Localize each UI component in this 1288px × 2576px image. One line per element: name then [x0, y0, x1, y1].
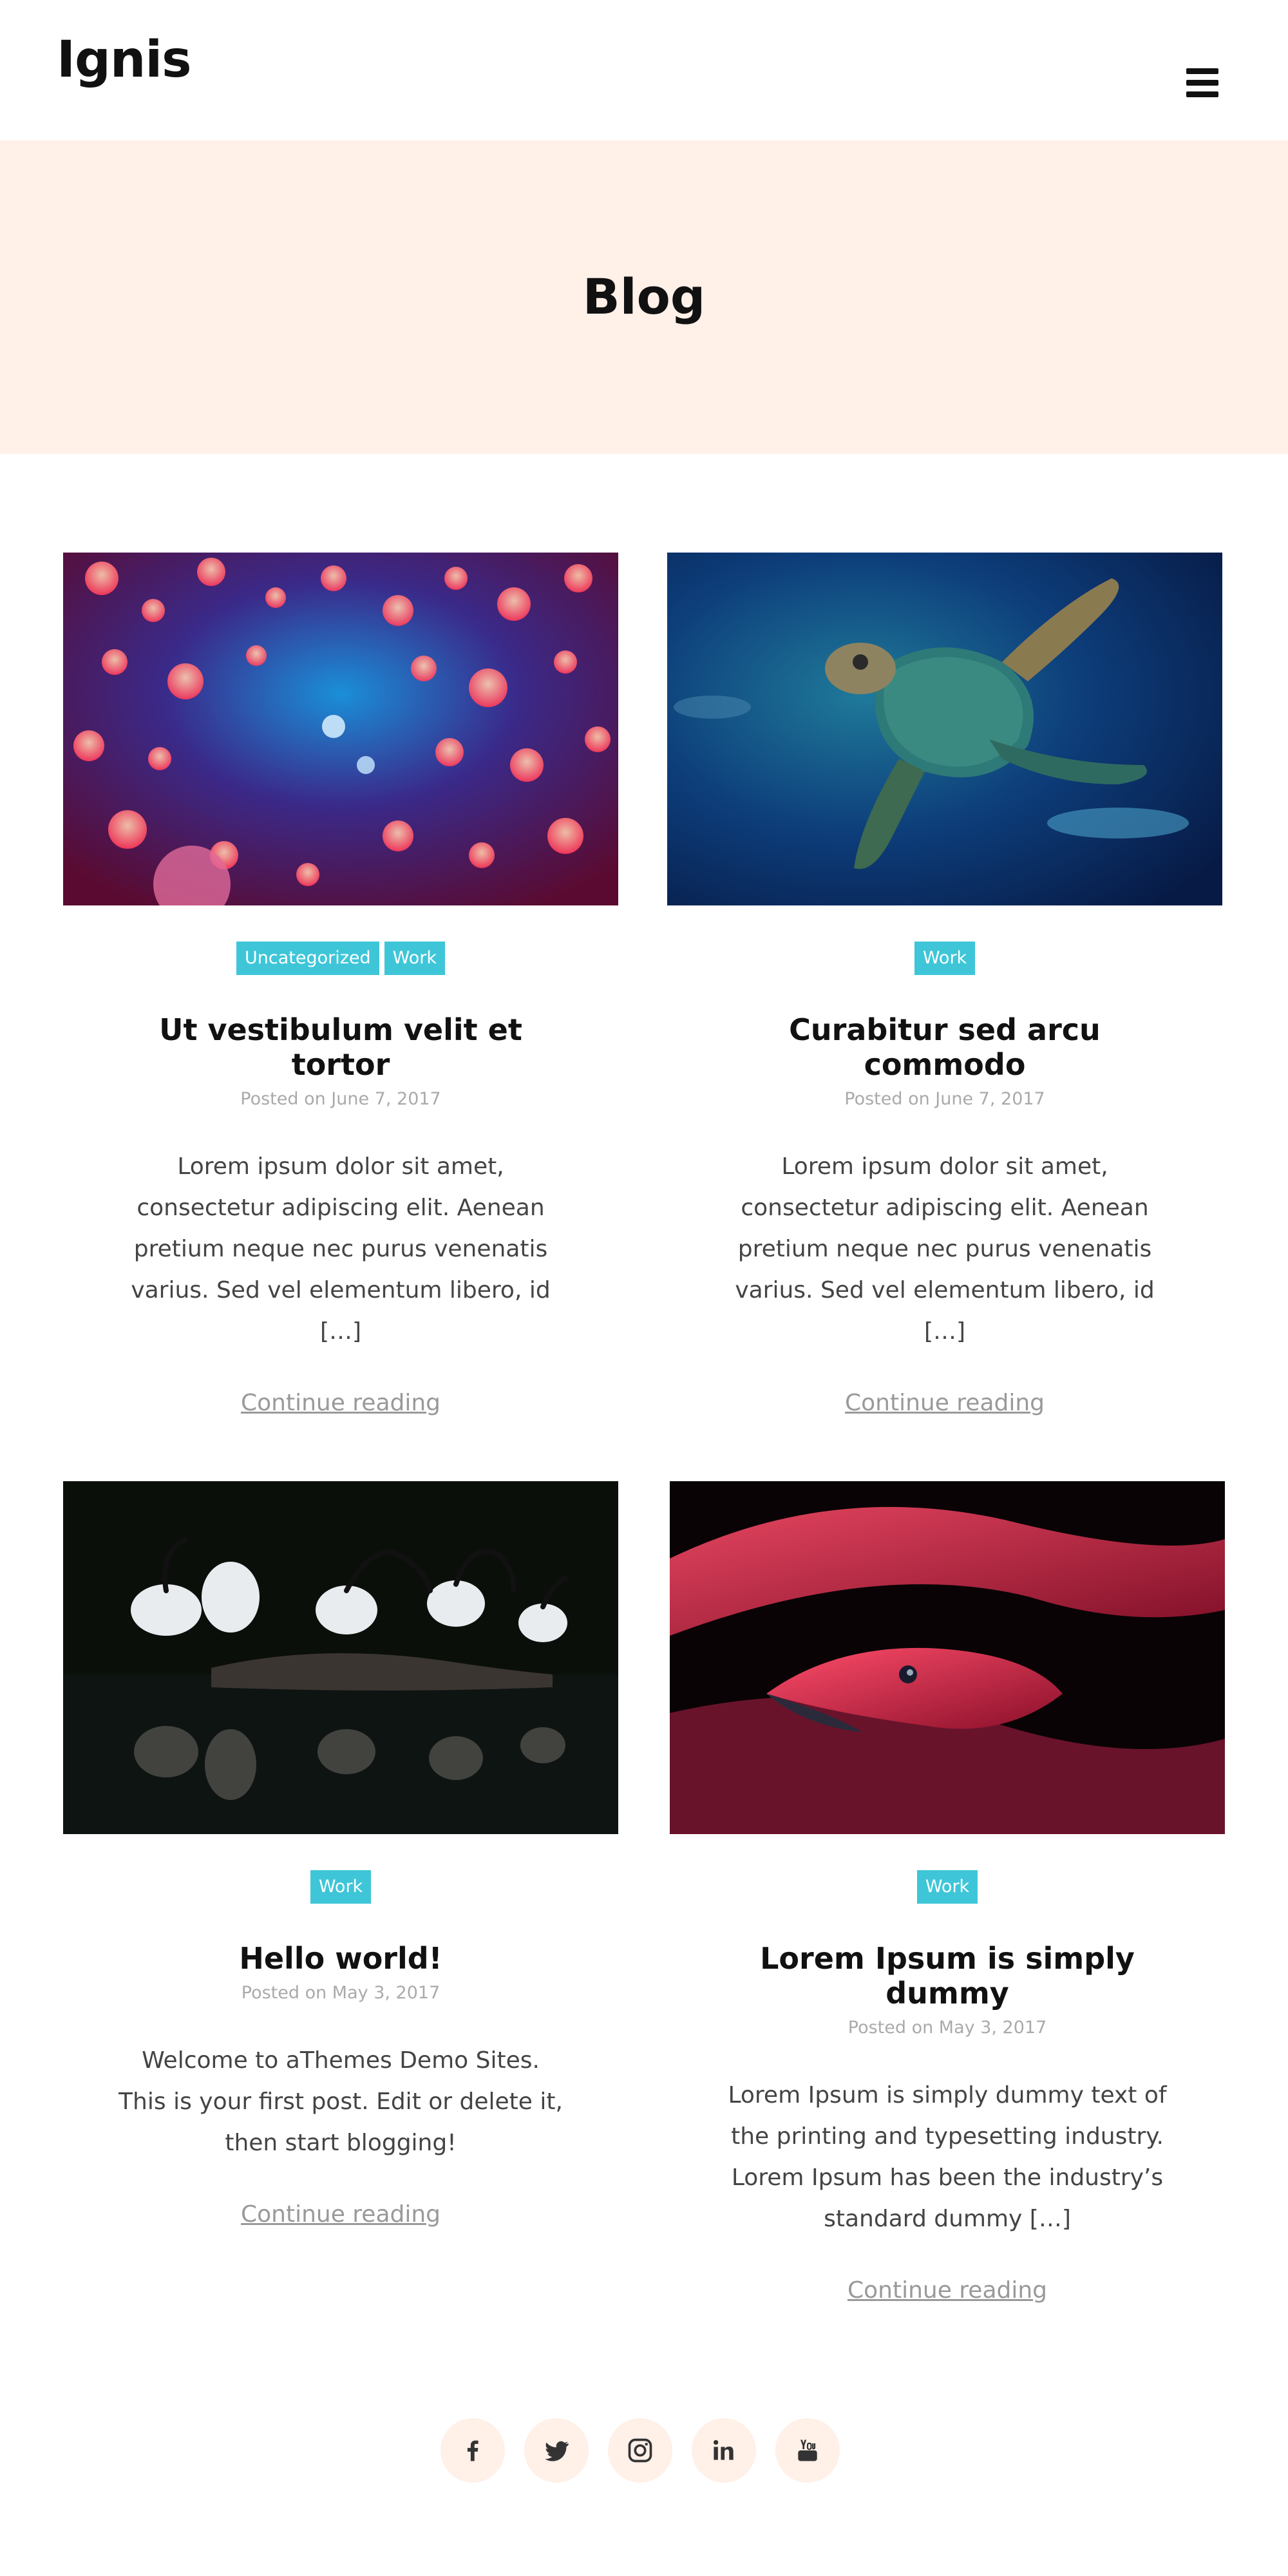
- page-hero: Blog: [0, 140, 1288, 454]
- post-card: Work Lorem Ipsum is simply dummy Posted …: [670, 1481, 1225, 2304]
- twitter-icon[interactable]: [524, 2418, 589, 2483]
- post-thumbnail[interactable]: [667, 553, 1222, 905]
- post-categories: Work: [63, 1870, 618, 1904]
- post-date: Posted on June 7, 2017: [240, 1089, 441, 1109]
- category-badge[interactable]: Work: [914, 942, 976, 975]
- post-categories: Work: [667, 942, 1222, 975]
- continue-reading-link[interactable]: Continue reading: [241, 2201, 440, 2228]
- post-card: Uncategorized Work Ut vestibulum velit et…: [63, 553, 618, 1416]
- linkedin-icon[interactable]: [692, 2418, 756, 2483]
- post-card: Work Curabitur sed arcu commodo Posted o…: [667, 553, 1222, 1416]
- category-badge[interactable]: Work: [310, 1870, 372, 1904]
- category-badge[interactable]: Work: [384, 942, 446, 975]
- post-title[interactable]: Curabitur sed arcu commodo: [725, 1012, 1164, 1082]
- continue-reading-link[interactable]: Continue reading: [241, 1390, 440, 1416]
- post-thumbnail[interactable]: [63, 1481, 618, 1834]
- jellyfish-photo: [63, 553, 618, 905]
- post-excerpt: Welcome to aThemes Demo Sites. This is y…: [118, 2047, 563, 2156]
- page-title: Blog: [582, 268, 706, 325]
- continue-reading-link[interactable]: Continue reading: [848, 2277, 1047, 2304]
- post-thumbnail[interactable]: [63, 553, 618, 905]
- post-date: Posted on May 3, 2017: [848, 2018, 1047, 2038]
- continue-reading-link[interactable]: Continue reading: [845, 1390, 1045, 1416]
- sea-turtle-photo: [667, 553, 1222, 905]
- red-snake-photo: [670, 1481, 1225, 1834]
- post-date: Posted on June 7, 2017: [844, 1089, 1045, 1109]
- post-categories: Work: [670, 1870, 1225, 1904]
- category-badge[interactable]: Uncategorized: [236, 942, 379, 975]
- post-categories: Uncategorized Work: [63, 942, 618, 975]
- facebook-icon[interactable]: [440, 2418, 505, 2483]
- post-excerpt: Lorem ipsum dolor sit amet, consectetur …: [131, 1153, 551, 1345]
- post-title[interactable]: Hello world!: [121, 1941, 560, 1976]
- post-card: Work Hello world! Posted on May 3, 2017 …: [63, 1481, 618, 2228]
- post-date: Posted on May 3, 2017: [241, 1983, 440, 2003]
- post-title[interactable]: Lorem Ipsum is simply dummy: [728, 1941, 1167, 2011]
- post-excerpt: Lorem ipsum dolor sit amet, consectetur …: [735, 1153, 1155, 1345]
- site-title[interactable]: Ignis: [57, 31, 192, 89]
- youtube-icon[interactable]: [775, 2418, 840, 2483]
- category-badge[interactable]: Work: [916, 1870, 978, 1904]
- site-header: Ignis: [0, 0, 1288, 140]
- hamburger-menu-icon[interactable]: [1186, 68, 1218, 97]
- social-links: [440, 2418, 853, 2483]
- post-excerpt: Lorem Ipsum is simply dummy text of the …: [728, 2082, 1167, 2232]
- instagram-icon[interactable]: [608, 2418, 672, 2483]
- ibis-birds-photo: [63, 1481, 618, 1834]
- post-title[interactable]: Ut vestibulum velit et tortor: [121, 1012, 560, 1082]
- post-thumbnail[interactable]: [670, 1481, 1225, 1834]
